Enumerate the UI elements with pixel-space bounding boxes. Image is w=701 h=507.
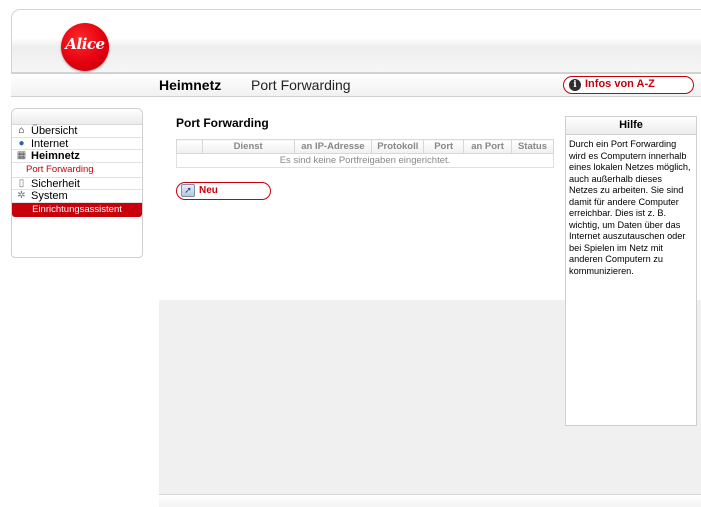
sidebar-item-label: Heimnetz xyxy=(31,150,80,162)
infos-a-z-button[interactable]: i Infos von A-Z xyxy=(563,76,694,94)
sidebar-item-system[interactable]: ✲ System xyxy=(12,190,142,203)
title-bar: Heimnetz Port Forwarding i Infos von A-Z xyxy=(11,73,701,97)
network-icon: ▦ xyxy=(16,150,27,161)
column-header-port: Port xyxy=(423,139,465,154)
new-arrow-icon: ➚ xyxy=(181,184,195,197)
content-title: Port Forwarding xyxy=(176,116,269,130)
sidebar-item-internet[interactable]: ● Internet xyxy=(12,137,142,150)
empty-table-message: Es sind keine Portfreigaben eingerichtet… xyxy=(176,153,554,168)
setup-wizard-button[interactable]: Einrichtungsassistent xyxy=(12,202,142,217)
footer-bar xyxy=(159,494,701,507)
sidebar-item-label: Internet xyxy=(31,137,69,150)
column-header-select xyxy=(176,139,203,154)
sidebar-item-label: Übersicht xyxy=(31,125,78,137)
sidebar-item-uebersicht[interactable]: ⌂ Übersicht xyxy=(12,125,142,138)
column-header-status: Status xyxy=(510,139,555,154)
column-header-dienst: Dienst xyxy=(201,139,295,154)
new-rule-button[interactable]: ➚ Neu xyxy=(176,182,271,200)
sidebar-item-port-forwarding[interactable]: Port Forwarding xyxy=(12,163,142,178)
gears-icon: ✲ xyxy=(17,190,26,201)
help-title: Hilfe xyxy=(566,117,696,135)
alice-logo[interactable]: Alice xyxy=(61,23,109,71)
sidebar-item-heimnetz[interactable]: ▦ Heimnetz xyxy=(12,150,142,163)
new-button-label: Neu xyxy=(199,185,218,196)
column-header-target-port: an Port xyxy=(463,139,512,154)
lock-icon: ▯ xyxy=(18,177,25,189)
port-forwarding-table: Dienst an IP-Adresse Protokoll Port an P… xyxy=(176,139,555,168)
info-icon: i xyxy=(569,79,581,91)
header-bar: Alice xyxy=(11,9,701,73)
section-title: Heimnetz xyxy=(159,77,222,93)
sidebar-item-label: System xyxy=(31,190,68,202)
page-title: Port Forwarding xyxy=(251,77,351,93)
globe-icon: ● xyxy=(18,137,25,149)
column-header-ip-address: an IP-Adresse xyxy=(293,139,373,154)
table-row: Es sind keine Portfreigaben eingerichtet… xyxy=(176,153,554,168)
sidebar-item-sicherheit[interactable]: ▯ Sicherheit xyxy=(12,177,142,190)
sidebar-item-label: Sicherheit xyxy=(31,177,80,190)
sidebar-nav: ⌂ Übersicht ● Internet ▦ Heimnetz Port F… xyxy=(11,108,143,258)
sidebar-item-label: Port Forwarding xyxy=(26,163,94,175)
help-text: Durch ein Port Forwarding wird es Comput… xyxy=(569,139,691,276)
sidebar-header xyxy=(12,109,142,125)
help-panel: Hilfe Durch ein Port Forwarding wird es … xyxy=(565,116,697,426)
table-header-row: Dienst an IP-Adresse Protokoll Port an P… xyxy=(176,139,555,154)
logo-text: Alice xyxy=(65,35,105,53)
infos-button-label: Infos von A-Z xyxy=(585,78,655,90)
column-header-protocol: Protokoll xyxy=(371,139,425,154)
house-icon: ⌂ xyxy=(18,125,25,136)
